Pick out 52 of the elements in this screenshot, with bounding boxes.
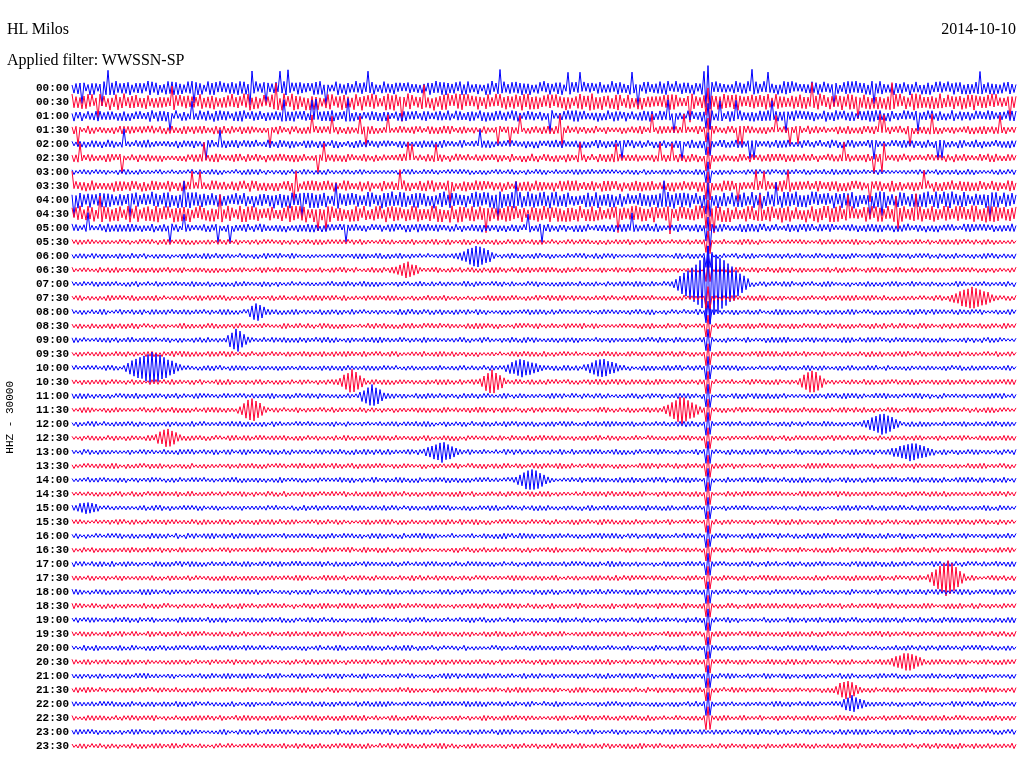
time-label: 10:30 — [35, 375, 70, 389]
time-label: 16:00 — [35, 529, 70, 543]
time-label: 17:30 — [35, 571, 70, 585]
time-label: 23:30 — [35, 739, 70, 753]
time-label: 07:00 — [35, 277, 70, 291]
time-label: 06:30 — [35, 263, 70, 277]
time-label: 04:30 — [35, 207, 70, 221]
time-label: 05:00 — [35, 221, 70, 235]
time-label: 01:00 — [35, 109, 70, 123]
time-label: 06:00 — [35, 249, 70, 263]
time-label: 15:30 — [35, 515, 70, 529]
time-label: 00:30 — [35, 95, 70, 109]
time-label: 10:00 — [35, 361, 70, 375]
time-label: 19:30 — [35, 627, 70, 641]
time-label: 14:00 — [35, 473, 70, 487]
time-label: 13:00 — [35, 445, 70, 459]
time-label: 20:30 — [35, 655, 70, 669]
time-label: 05:30 — [35, 235, 70, 249]
station-title: HL Milos — [7, 20, 71, 38]
time-label: 21:30 — [35, 683, 70, 697]
time-label: 12:00 — [35, 417, 70, 431]
time-label: 21:00 — [35, 669, 70, 683]
date-label: 2014-10-10 — [941, 20, 1016, 38]
filter-label: Applied filter: WWSSN-SP — [7, 50, 186, 69]
time-label: 00:00 — [35, 81, 70, 95]
time-label: 09:30 — [35, 347, 70, 361]
time-label: 02:30 — [35, 151, 70, 165]
time-label: 04:00 — [35, 193, 70, 207]
time-label: 02:00 — [35, 137, 70, 151]
time-label: 18:30 — [35, 599, 70, 613]
time-label: 03:30 — [35, 179, 70, 193]
time-label: 12:30 — [35, 431, 70, 445]
time-label: 08:30 — [35, 319, 70, 333]
channel-label: HHZ - 30000 — [4, 380, 16, 454]
time-label: 13:30 — [35, 459, 70, 473]
time-label: 03:00 — [35, 165, 70, 179]
time-label: 11:00 — [35, 389, 70, 403]
time-label: 17:00 — [35, 557, 70, 571]
time-label: 11:30 — [35, 403, 70, 417]
time-label: 23:00 — [35, 725, 70, 739]
time-label: 18:00 — [35, 585, 70, 599]
time-label: 14:30 — [35, 487, 70, 501]
time-label: 22:00 — [35, 697, 70, 711]
time-label: 15:00 — [35, 501, 70, 515]
time-label: 07:30 — [35, 291, 70, 305]
time-label: 16:30 — [35, 543, 70, 557]
time-label: 22:30 — [35, 711, 70, 725]
time-label: 20:00 — [35, 641, 70, 655]
time-label: 09:00 — [35, 333, 70, 347]
time-label: 19:00 — [35, 613, 70, 627]
time-label: 01:30 — [35, 123, 70, 137]
time-label: 08:00 — [35, 305, 70, 319]
